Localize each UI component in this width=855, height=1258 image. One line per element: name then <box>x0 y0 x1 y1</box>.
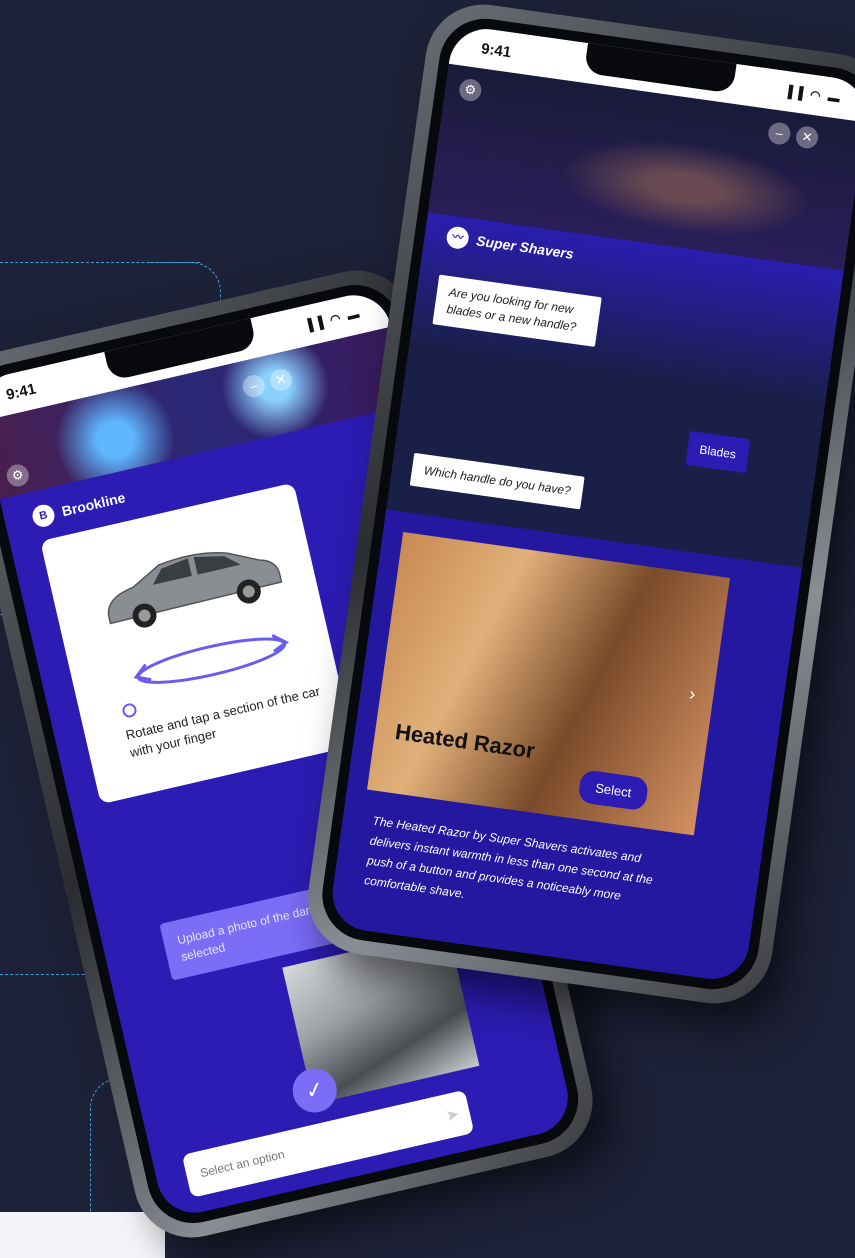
phone-bezel: 9:41 ▐▐ ◠ ▬ ⚙ – ✕ 〰 Super Shavers Are yo… <box>316 12 855 996</box>
brand-logo-icon: 〰 <box>445 225 471 251</box>
brand-logo: B <box>30 502 57 529</box>
info-dot-icon[interactable] <box>121 701 138 719</box>
connector-curve-top <box>150 262 221 303</box>
car-icon[interactable] <box>88 528 289 639</box>
super-shavers-screen: 9:41 ▐▐ ◠ ▬ ⚙ – ✕ 〰 Super Shavers Are yo… <box>327 24 855 984</box>
select-button[interactable]: Select <box>577 769 650 812</box>
page-footer-strip <box>0 1212 165 1258</box>
brand-name: Brookline <box>60 489 127 520</box>
chat-area <box>386 212 844 568</box>
status-icons: ▐▐ ◠ ▬ <box>302 306 363 334</box>
phone-super-shavers: 9:41 ▐▐ ◠ ▬ ⚙ – ✕ 〰 Super Shavers Are yo… <box>300 0 855 1011</box>
rotate-arrows-icon <box>133 634 290 684</box>
product-card[interactable]: Heated Razor Select › <box>367 532 730 836</box>
status-time: 9:41 <box>480 40 513 62</box>
status-icons: ▐▐ ◠ ▬ <box>783 83 843 106</box>
brand-header: B Brookline <box>30 486 127 529</box>
product-title: Heated Razor <box>393 718 537 764</box>
car-selector-card[interactable]: Rotate and tap a section of the car with… <box>40 482 355 805</box>
status-time: 9:41 <box>4 380 38 404</box>
chevron-right-icon[interactable]: › <box>688 684 697 706</box>
